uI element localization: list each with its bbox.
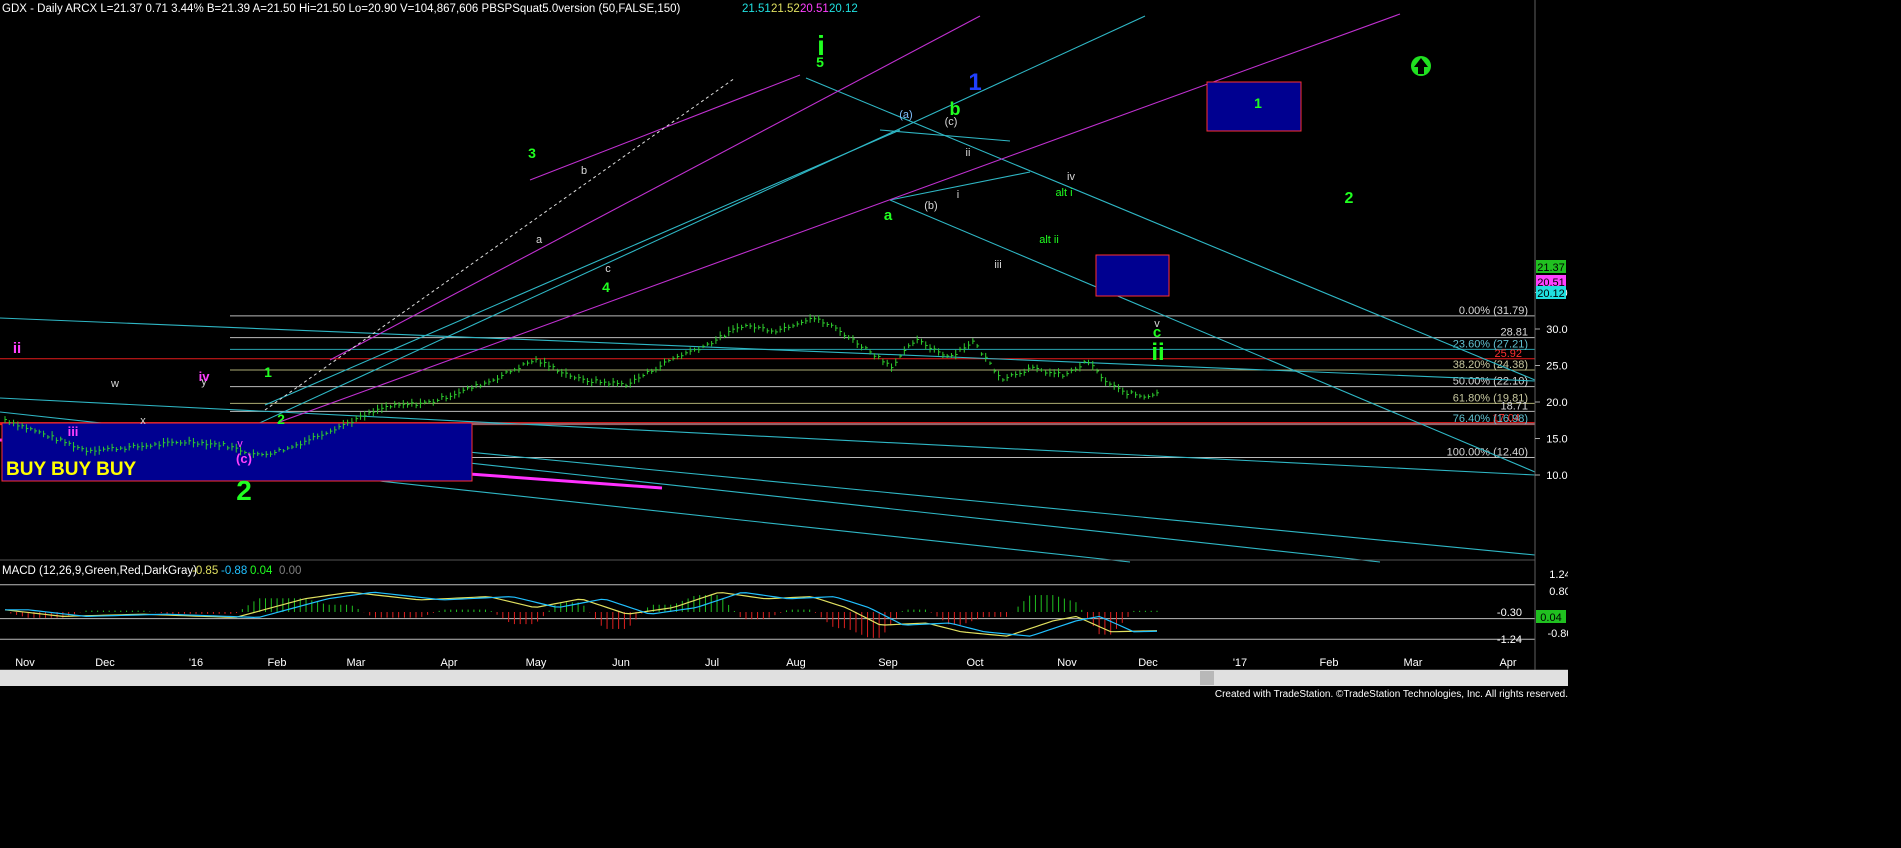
x-axis-label: Jul	[705, 657, 719, 669]
x-axis-label: '17	[1233, 657, 1247, 669]
macd-value: 0.04	[250, 565, 273, 577]
fib-level-label: 25.92	[1494, 348, 1522, 360]
wave-label: a	[536, 234, 543, 246]
x-axis-label: Jun	[612, 657, 630, 669]
scrollbar-thumb	[1200, 671, 1214, 685]
chart-canvas: GDX - Daily ARCX L=21.37 0.71 3.44% B=21…	[0, 0, 1901, 848]
macd-label: MACD (12,26,9,Green,Red,DarkGray)	[2, 565, 197, 577]
x-axis-label: Feb	[1320, 657, 1339, 669]
wave-label: a	[884, 207, 893, 224]
x-axis-label: Dec	[1138, 657, 1158, 669]
macd-axis-label: 1.24	[1549, 569, 1570, 581]
wave-label: 2	[277, 411, 285, 427]
wave-label: 2	[236, 475, 252, 506]
symbol-header: GDX - Daily ARCX L=21.37 0.71 3.44% B=21…	[2, 3, 681, 15]
wave-label: (c)	[236, 451, 252, 466]
wave-label: x	[140, 415, 146, 427]
macd-value: -0.88	[221, 565, 247, 577]
wave-label: 2	[1345, 190, 1354, 207]
x-axis-label: May	[526, 657, 547, 669]
wave-label: c	[605, 263, 611, 275]
fib-level-label: 18.71	[1500, 400, 1528, 412]
wave-label: w	[110, 378, 119, 390]
wave-label: ii	[1151, 339, 1164, 366]
x-axis-label: Mar	[347, 657, 366, 669]
wave-label: iii	[68, 424, 79, 439]
price-tag-label: 21.37	[1537, 262, 1565, 274]
wave-label: (a)	[899, 109, 912, 121]
wave-label: 1	[264, 364, 272, 380]
wave-label: iv	[199, 369, 211, 384]
wave-label-blue: 1	[968, 69, 981, 96]
fib-level-label: 76.40% (16.98)	[1453, 413, 1528, 425]
macd-value: 0.00	[279, 565, 301, 577]
bottom-blank	[0, 700, 1901, 848]
wave-label: iii	[994, 259, 1001, 271]
x-axis-label: Nov	[15, 657, 35, 669]
footer-text: Created with TradeStation. ©TradeStation…	[1215, 689, 1568, 700]
x-axis-label: Sep	[878, 657, 898, 669]
macd-tag-label: 0.04	[1540, 612, 1561, 624]
study-value: 21.52	[771, 3, 800, 15]
fib-level-label: 0.00% (31.79)	[1459, 305, 1528, 317]
study-value: 20.12	[829, 3, 858, 15]
wave-label: iv	[1067, 171, 1075, 183]
wave-label: alt i	[1055, 187, 1072, 199]
wave-label: 5	[816, 54, 824, 70]
x-axis-label: Apr	[440, 657, 457, 669]
wave-label: v	[1154, 318, 1160, 330]
x-axis-label: Mar	[1404, 657, 1423, 669]
x-axis-label: '16	[189, 657, 203, 669]
fib-level-label: 38.20% (24.38)	[1453, 359, 1528, 371]
wave-label: ii	[13, 340, 21, 357]
wave-label: 4	[602, 279, 610, 295]
macd-axis-label: 0.80	[1549, 586, 1570, 598]
x-axis-label: Oct	[966, 657, 983, 669]
wave-label: alt ii	[1039, 234, 1059, 246]
support-box	[1095, 254, 1170, 297]
macd-axis-label: -0.30	[1497, 607, 1522, 619]
fib-level-label: 50.00% (22.10)	[1453, 376, 1528, 388]
x-axis-label: Apr	[1499, 657, 1516, 669]
wave-label: v	[237, 438, 243, 450]
study-value: 21.51	[742, 3, 771, 15]
macd-axis-label: -1.24	[1497, 634, 1522, 646]
wave-label: (b)	[924, 200, 937, 212]
price-tag-label: 20.12	[1537, 288, 1565, 300]
x-axis-label: Aug	[786, 657, 806, 669]
study-value: 20.51	[800, 3, 829, 15]
wave-label: (c)	[945, 116, 958, 128]
fib-level-label: 28.81	[1500, 327, 1528, 339]
wave-label: b	[581, 165, 587, 177]
target-box-label: 1	[1254, 95, 1262, 111]
wave-label: ii	[966, 147, 971, 159]
wave-label: 3	[528, 145, 536, 161]
x-axis-label: Feb	[268, 657, 287, 669]
x-axis-label: Nov	[1057, 657, 1077, 669]
macd-value: -0.85	[192, 565, 218, 577]
buy-box-label: BUY BUY BUY	[6, 459, 137, 480]
wave-label: i	[957, 189, 959, 201]
x-axis-label: Dec	[95, 657, 115, 669]
